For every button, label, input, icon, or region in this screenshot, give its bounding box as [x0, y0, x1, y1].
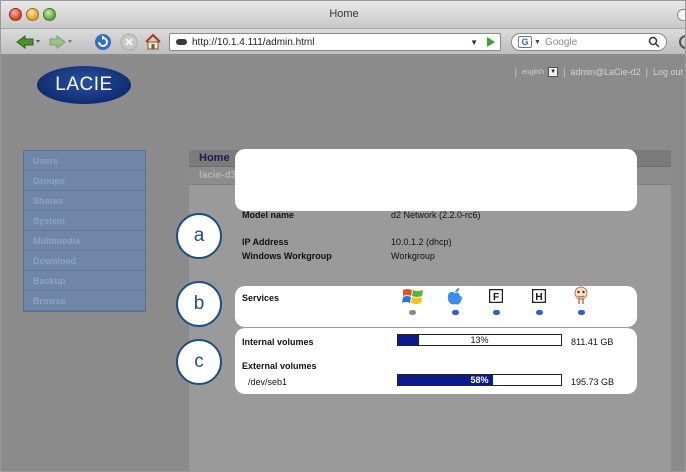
device-info-box: [235, 149, 637, 211]
model-name-label: Model name: [242, 210, 295, 220]
separator: |: [645, 67, 648, 77]
language-dropdown[interactable]: ▼: [548, 67, 559, 77]
search-engine-icon[interactable]: G: [518, 36, 532, 48]
http-letter: H: [535, 292, 542, 303]
search-icon[interactable]: [648, 36, 660, 51]
media-status-indicator: [578, 310, 585, 315]
current-user: admin@LaCie-d2: [570, 67, 641, 77]
internal-volume-usage-bar: 13%: [397, 334, 562, 346]
search-placeholder: Google: [544, 36, 578, 48]
toolbar-overflow-icon: [679, 35, 685, 49]
internal-volume-size: 811.41 GB: [571, 337, 614, 347]
site-favicon-icon: [176, 39, 187, 45]
search-engine-dropdown-icon[interactable]: ▼: [534, 39, 541, 46]
sidebar-item-backup[interactable]: Backup: [24, 271, 145, 291]
browser-toolbar: http://10.1.4.111/admin.html ▼ G ▼ Googl…: [1, 29, 685, 55]
callout-a: a: [176, 213, 222, 259]
ftp-icon[interactable]: F: [489, 287, 503, 305]
ftp-status-indicator: [493, 310, 500, 315]
browser-window: Home http://10.1.4.111/admin.html ▼ G ▼ …: [0, 0, 686, 472]
sidebar-item-system[interactable]: System: [24, 211, 145, 231]
logo-text: LACIE: [55, 74, 113, 95]
ip-address-label: IP Address: [242, 237, 289, 247]
separator: |: [563, 67, 566, 77]
media-server-icon[interactable]: [571, 286, 591, 304]
ftp-letter: F: [493, 292, 499, 303]
sidebar-item-groups[interactable]: Groups: [24, 171, 145, 191]
language-label: english: [521, 68, 545, 76]
sidebar-item-browse[interactable]: Browse: [24, 291, 145, 311]
external-volume-usage-bar: 58%: [397, 374, 562, 386]
workgroup-label: Windows Workgroup: [242, 251, 332, 261]
sidebar-item-download[interactable]: Download: [24, 251, 145, 271]
model-name-value: d2 Network (2.2.0-rc6): [391, 210, 481, 220]
url-history-dropdown-icon[interactable]: ▼: [470, 38, 478, 47]
http-status-indicator: [536, 310, 543, 315]
lacie-logo: LACIE: [37, 66, 131, 104]
stop-icon[interactable]: [119, 33, 139, 51]
title-bar: Home: [1, 1, 685, 29]
search-bar[interactable]: G ▼ Google: [511, 33, 667, 51]
windows-icon[interactable]: [402, 287, 424, 305]
services-label: Services: [242, 293, 280, 303]
url-text: http://10.1.4.111/admin.html: [192, 36, 315, 48]
back-icon[interactable]: [15, 33, 43, 51]
callout-c: c: [176, 339, 222, 385]
toolbar-toggle-button[interactable]: [677, 9, 685, 21]
forward-icon[interactable]: [49, 33, 75, 51]
logout-link[interactable]: Log out: [653, 67, 683, 77]
workgroup-value: Workgroup: [391, 251, 435, 261]
apple-icon[interactable]: [447, 287, 463, 305]
web-page: LACIE | english ▼ | admin@LaCie-d2 | Log…: [1, 56, 685, 471]
windows-status-indicator: [409, 310, 416, 315]
go-icon[interactable]: [487, 37, 495, 47]
external-volume-size: 195.73 GB: [571, 377, 615, 387]
sidebar-item-users[interactable]: Users: [24, 151, 145, 171]
external-volumes-label: External volumes: [242, 361, 317, 371]
sidebar-menu: Users Groups Shares System Multimedia Do…: [23, 150, 146, 312]
internal-volumes-label: Internal volumes: [242, 337, 314, 347]
sidebar-item-shares[interactable]: Shares: [24, 191, 145, 211]
ip-address-value: 10.0.1.2 (dhcp): [391, 237, 452, 247]
separator: |: [514, 67, 517, 77]
http-icon[interactable]: H: [532, 287, 546, 305]
url-bar[interactable]: http://10.1.4.111/admin.html ▼: [169, 33, 501, 51]
external-device-name: /dev/seb1: [248, 377, 288, 387]
window-title: Home: [329, 8, 359, 20]
internal-volume-percent: 13%: [470, 335, 489, 345]
home-icon[interactable]: [143, 33, 163, 51]
external-volume-percent: 58%: [470, 375, 489, 385]
sidebar-item-multimedia[interactable]: Multimedia: [24, 231, 145, 251]
apple-status-indicator: [452, 310, 459, 315]
user-menu: | english ▼ | admin@LaCie-d2 | Log out: [510, 67, 683, 77]
callout-b: b: [176, 281, 222, 327]
reload-icon[interactable]: [93, 33, 113, 51]
